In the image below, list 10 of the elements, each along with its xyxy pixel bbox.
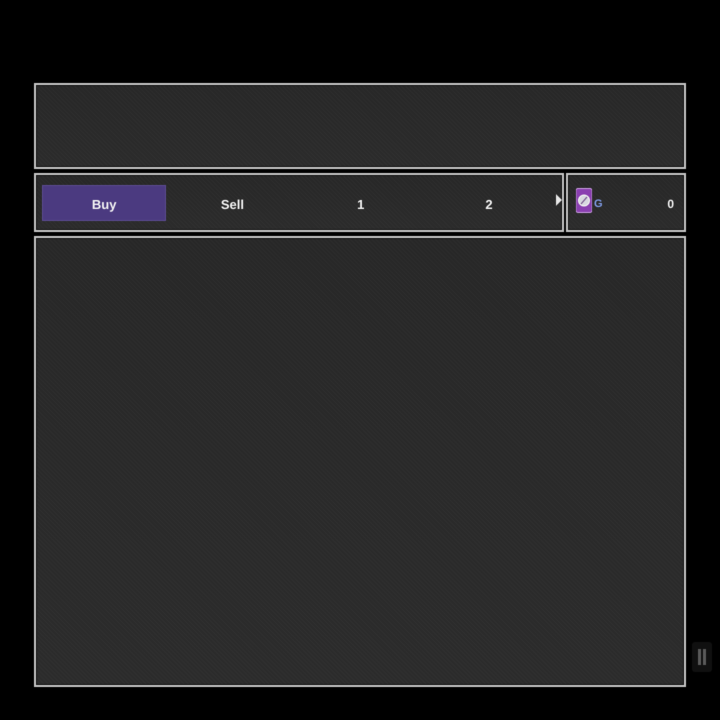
tab[interactable]: 2 bbox=[424, 184, 554, 220]
currency-unit: G bbox=[594, 196, 603, 210]
tab[interactable]: Buy bbox=[42, 184, 166, 220]
pause-button[interactable] bbox=[692, 642, 712, 672]
tab[interactable]: 1 bbox=[296, 184, 425, 220]
coin-icon bbox=[576, 188, 592, 213]
currency-amount: 0 bbox=[667, 196, 674, 210]
pause-icon bbox=[698, 649, 706, 665]
scroll-right-icon[interactable] bbox=[556, 194, 562, 206]
tab[interactable]: Sell bbox=[168, 184, 297, 220]
